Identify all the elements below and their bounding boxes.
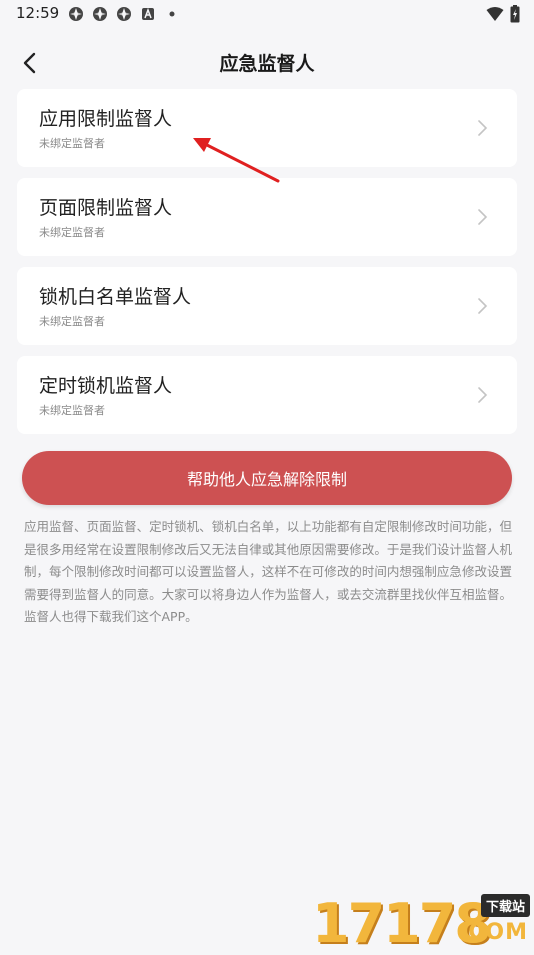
- battery-icon: [510, 5, 520, 23]
- card-timed-lock-supervisor[interactable]: 定时锁机监督人 未绑定监督者: [17, 356, 517, 434]
- annotation-arrow-icon: [193, 138, 280, 183]
- notification-icons: [68, 6, 180, 22]
- card-title: 应用限制监督人: [39, 108, 173, 130]
- status-time: 12:59: [16, 4, 60, 22]
- chevron-right-icon: [478, 120, 488, 136]
- app-icon: [69, 7, 83, 21]
- card-subtitle: 未绑定监督者: [39, 226, 105, 239]
- card-subtitle: 未绑定监督者: [39, 404, 105, 417]
- watermark-domain: COM: [468, 920, 528, 945]
- card-subtitle: 未绑定监督者: [39, 315, 105, 328]
- chevron-right-icon: [478, 298, 488, 314]
- app-icon: [93, 7, 107, 21]
- card-page-limit-supervisor[interactable]: 页面限制监督人 未绑定监督者: [17, 178, 517, 256]
- status-right-icons: [486, 5, 520, 23]
- watermark-logo: 17178 下载站 COM: [304, 890, 534, 955]
- watermark-badge: 下载站: [480, 894, 530, 917]
- dot-icon: [169, 11, 175, 17]
- page-title: 应急监督人: [219, 53, 315, 75]
- chevron-right-icon: [478, 209, 488, 225]
- card-lock-whitelist-supervisor[interactable]: 锁机白名单监督人 未绑定监督者: [17, 267, 517, 345]
- chevron-right-icon: [478, 387, 488, 403]
- card-title: 页面限制监督人: [39, 197, 173, 219]
- card-title: 锁机白名单监督人: [39, 286, 192, 308]
- wifi-icon: [486, 7, 504, 21]
- header: 应急监督人: [0, 40, 534, 84]
- card-subtitle: 未绑定监督者: [39, 137, 105, 150]
- card-title: 定时锁机监督人: [39, 375, 173, 397]
- status-bar: 12:59: [0, 0, 534, 28]
- watermark-digits: 17178: [312, 892, 492, 955]
- a-icon: [142, 7, 154, 20]
- app-icon: [117, 7, 131, 21]
- description-text: 应用监督、页面监督、定时锁机、锁机白名单，以上功能都有自定限制修改时间功能，但是…: [24, 519, 512, 624]
- help-others-emergency-unlock-button[interactable]: 帮助他人应急解除限制: [22, 451, 512, 505]
